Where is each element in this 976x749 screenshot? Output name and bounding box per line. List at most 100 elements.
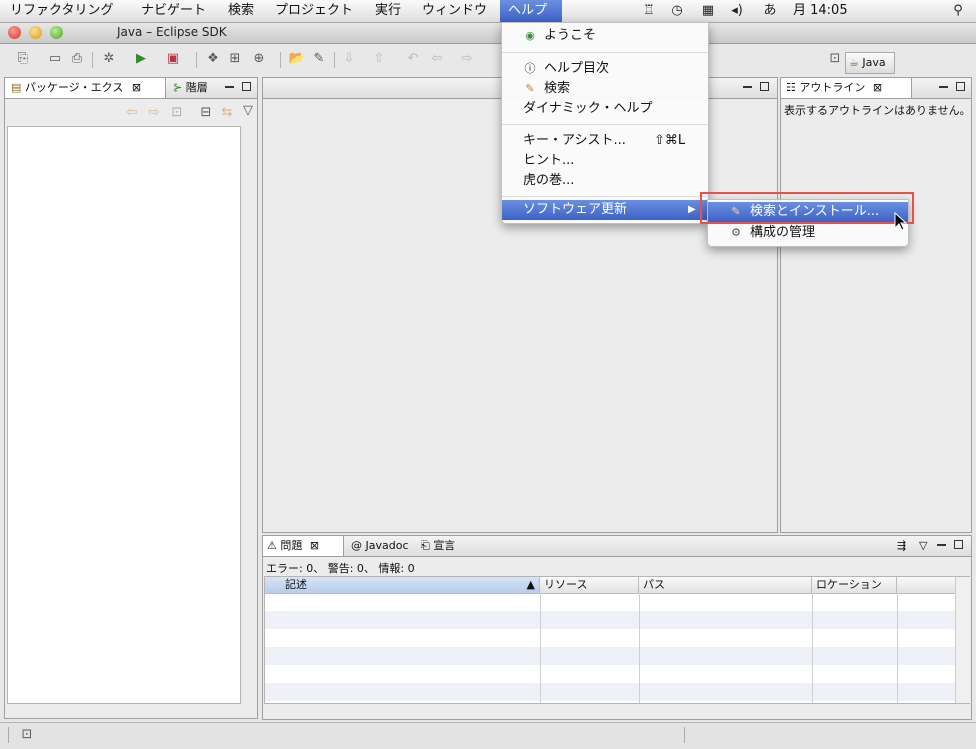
next-annotation-icon[interactable]: ⇩ xyxy=(340,50,358,68)
table-scrollbar[interactable] xyxy=(955,577,970,703)
menu-separator xyxy=(502,196,708,197)
status-separator xyxy=(684,727,685,743)
forward-icon[interactable]: ⇨ xyxy=(145,104,163,122)
menu-window[interactable]: ウィンドウ xyxy=(414,0,495,22)
filter-icon[interactable]: ⇶ xyxy=(897,536,906,556)
maximize-icon[interactable] xyxy=(954,540,963,549)
table-row[interactable] xyxy=(265,611,955,629)
menu-search[interactable]: 検索 xyxy=(220,0,262,22)
back-icon[interactable]: ⇦ xyxy=(428,50,446,68)
new-java-project-icon[interactable]: ❖ xyxy=(204,50,222,68)
tab-problems[interactable]: ⚠ 問題 ⊠ xyxy=(263,536,344,556)
tab-outline[interactable]: ☷ アウトライン ⊠ xyxy=(781,78,912,98)
spotlight-icon[interactable]: ⚲ xyxy=(950,3,966,19)
minimize-icon[interactable] xyxy=(225,86,234,88)
minimize-window-button[interactable] xyxy=(29,26,42,39)
tower-icon[interactable]: ♖ xyxy=(641,3,657,19)
problems-panel: ⚠ 問題 ⊠ @ Javadoc ⎗ 宣言 ⇶ ▽ エラー: 0、 警告: 0、… xyxy=(262,535,972,720)
input-method-icon[interactable]: あ xyxy=(762,3,778,19)
volume-icon[interactable]: ◂) xyxy=(729,3,745,19)
back-icon[interactable]: ⇦ xyxy=(123,104,141,122)
menu-item-help-contents[interactable]: ⓘ ヘルプ目次 xyxy=(502,59,708,79)
maximize-icon[interactable] xyxy=(956,82,965,91)
package-explorer-tree[interactable] xyxy=(7,126,241,704)
spaces-icon[interactable]: ▦ xyxy=(700,3,716,19)
menu-navigate[interactable]: ナビゲート xyxy=(133,0,214,22)
minimize-icon[interactable] xyxy=(937,544,946,546)
menu-item-software-updates[interactable]: ソフトウェア更新 ▶ xyxy=(502,200,708,220)
menu-help[interactable]: ヘルプ xyxy=(500,0,562,22)
close-icon[interactable]: ⊠ xyxy=(132,81,141,94)
close-icon[interactable]: ⊠ xyxy=(310,539,319,552)
table-row[interactable] xyxy=(265,665,955,683)
open-type-icon[interactable]: 📂 xyxy=(288,50,306,68)
menu-bar: リファクタリング ナビゲート 検索 プロジェクト 実行 ウィンドウ ヘルプ ♖ … xyxy=(0,0,976,23)
save-icon[interactable]: ▭ xyxy=(46,50,64,68)
tab-package-explorer[interactable]: ▤ パッケージ・エクス ⊠ xyxy=(5,78,166,98)
status-separator xyxy=(8,727,9,743)
toolbar-separator xyxy=(196,52,197,68)
menu-item-dynamic-help[interactable]: ダイナミック・ヘルプ xyxy=(502,99,708,119)
new-icon[interactable]: ⎘ xyxy=(14,50,32,68)
menu-item-tips[interactable]: ヒント... xyxy=(502,151,708,171)
collapse-all-icon[interactable]: ⊟ xyxy=(197,104,215,122)
java-perspective-button[interactable]: ☕ Java xyxy=(845,52,895,74)
table-row[interactable] xyxy=(265,629,955,647)
submenu-arrow-icon: ▶ xyxy=(688,204,696,215)
menu-item-manage-configuration[interactable]: ⚙ 構成の管理 xyxy=(708,223,908,243)
menu-item-cheat-sheets[interactable]: 虎の巻... xyxy=(502,171,708,191)
menubar-clock[interactable]: 月 14:05 xyxy=(785,0,856,22)
maximize-icon[interactable] xyxy=(242,82,251,91)
column-description[interactable]: 記述 ▲ xyxy=(265,577,540,593)
column-path[interactable]: パス xyxy=(639,577,812,593)
menu-item-cheat-sheets-label: 虎の巻... xyxy=(523,173,575,188)
minimize-icon[interactable] xyxy=(743,86,752,88)
open-perspective-icon[interactable]: ⊡ xyxy=(826,50,844,68)
fast-view-icon[interactable]: ⊡ xyxy=(18,726,36,744)
previous-annotation-icon[interactable]: ⇧ xyxy=(370,50,388,68)
minimize-icon[interactable] xyxy=(939,86,948,88)
print-icon[interactable]: ⎙ xyxy=(68,50,86,68)
external-tools-icon[interactable]: ▣ xyxy=(164,50,182,68)
new-class-icon[interactable]: ⊕ xyxy=(250,50,268,68)
welcome-icon: ◉ xyxy=(525,29,535,42)
table-row[interactable] xyxy=(265,647,955,665)
javadoc-icon: @ xyxy=(351,539,362,552)
column-resource[interactable]: リソース xyxy=(540,577,639,593)
tab-declaration[interactable]: ⎗ 宣言 xyxy=(421,536,455,556)
zoom-window-button[interactable] xyxy=(50,26,63,39)
problems-table[interactable]: 記述 ▲ リソース パス ロケーション xyxy=(264,576,970,704)
view-menu-icon[interactable]: ▽ xyxy=(919,536,927,556)
view-menu-icon[interactable]: ▽ xyxy=(239,102,257,120)
menu-run[interactable]: 実行 xyxy=(367,0,409,22)
maximize-icon[interactable] xyxy=(760,82,769,91)
tab-javadoc[interactable]: @ Javadoc xyxy=(351,536,409,556)
time-machine-icon[interactable]: ◷ xyxy=(669,3,685,19)
column-divider xyxy=(639,593,640,703)
menu-item-search[interactable]: ✎ 検索 xyxy=(502,79,708,99)
menu-item-welcome[interactable]: ◉ ようこそ xyxy=(502,26,708,46)
table-row[interactable] xyxy=(265,593,955,611)
new-package-icon[interactable]: ⊞ xyxy=(226,50,244,68)
table-row[interactable] xyxy=(265,683,955,701)
tab-declaration-label: 宣言 xyxy=(433,539,456,552)
help-menu-dropdown: ◉ ようこそ ⓘ ヘルプ目次 ✎ 検索 ダイナミック・ヘルプ キー・アシスト..… xyxy=(501,22,709,224)
tab-hierarchy[interactable]: ⊱ 階層 xyxy=(173,78,208,98)
search-tool-icon[interactable]: ✎ xyxy=(310,50,328,68)
column-location[interactable]: ロケーション xyxy=(812,577,897,593)
menu-item-key-assist[interactable]: キー・アシスト... ⇧⌘L xyxy=(502,131,708,151)
up-icon[interactable]: ⊡ xyxy=(168,104,186,122)
debug-icon[interactable]: ✲ xyxy=(100,50,118,68)
forward-icon[interactable]: ⇨ xyxy=(458,50,476,68)
search-icon: ✎ xyxy=(525,82,535,95)
run-icon[interactable]: ▶ xyxy=(132,50,150,68)
tab-hierarchy-label: 階層 xyxy=(185,81,208,94)
link-editor-icon[interactable]: ⇆ xyxy=(218,104,236,122)
menu-project[interactable]: プロジェクト xyxy=(267,0,361,22)
menu-refactor[interactable]: リファクタリング xyxy=(2,0,121,22)
status-bar: ⊡ xyxy=(0,722,976,749)
close-icon[interactable]: ⊠ xyxy=(873,81,882,94)
main-toolbar: ⎘ ▭ ⎙ ✲ ▶ ▣ ❖ ⊞ ⊕ 📂 ✎ ⇩ ⇧ ↶ ⇦ ⇨ ⊡ xyxy=(0,44,976,74)
last-edit-icon[interactable]: ↶ xyxy=(404,50,422,68)
close-window-button[interactable] xyxy=(8,26,21,39)
